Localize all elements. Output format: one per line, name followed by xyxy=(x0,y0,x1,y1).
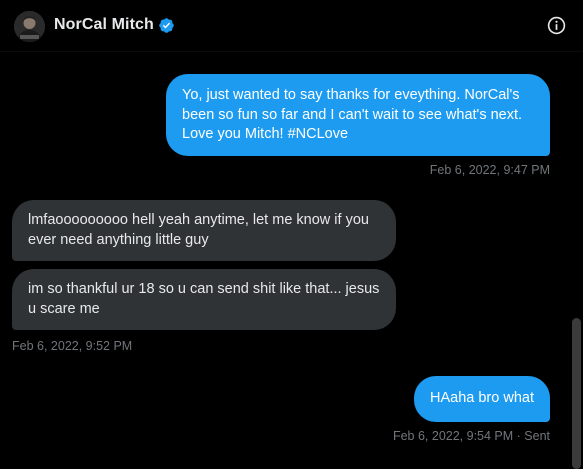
message-bubble-received[interactable]: lmfaooooooooo hell yeah anytime, let me … xyxy=(12,200,396,261)
avatar[interactable] xyxy=(14,11,45,42)
verified-badge-icon xyxy=(158,17,175,34)
message-timestamp-sent-status: Feb 6, 2022, 9:54 PM · Sent xyxy=(392,429,550,443)
contact-name-group[interactable]: NorCal Mitch xyxy=(54,16,175,34)
message-bubble-sent[interactable]: HAaha bro what xyxy=(414,376,550,422)
message-timestamp: Feb 6, 2022, 9:52 PM xyxy=(12,339,133,353)
contact-name[interactable]: NorCal Mitch xyxy=(54,16,154,34)
scrollbar-thumb[interactable] xyxy=(572,318,581,469)
info-icon[interactable] xyxy=(547,16,566,35)
message-bubble-sent[interactable]: Yo, just wanted to say thanks for eveyth… xyxy=(166,74,550,156)
message-bubble-received[interactable]: im so thankful ur 18 so u can send shit … xyxy=(12,269,396,330)
message-list: Yo, just wanted to say thanks for eveyth… xyxy=(0,52,571,469)
conversation-header: NorCal Mitch xyxy=(0,0,583,52)
user-avatar-icon xyxy=(14,11,45,42)
message-timestamp: Feb 6, 2022, 9:47 PM xyxy=(429,163,550,177)
dm-conversation: NorCal Mitch Yo, just wanted to say than… xyxy=(0,0,583,469)
